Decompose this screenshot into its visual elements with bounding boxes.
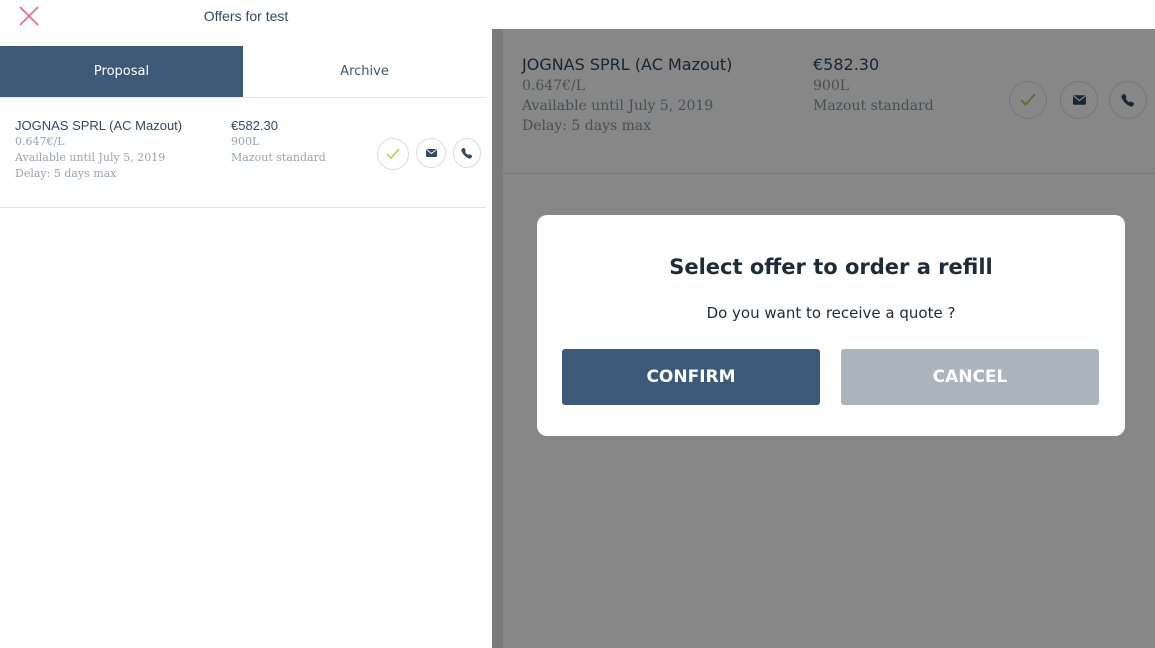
offer-delay: Delay: 5 days max [15,167,117,180]
email-offer-button[interactable] [416,138,446,168]
tab-archive[interactable]: Archive [243,46,486,97]
offer-product: Mazout standard [231,151,326,164]
offers-panel: Offers for test Proposal Archive JOGNAS … [0,0,492,648]
check-icon [386,148,400,160]
page-title: Offers for test [203,8,289,24]
offer-availability: Available until July 5, 2019 [15,151,166,164]
offer-company: JOGNAS SPRL (AC Mazout) [15,118,183,133]
cancel-button[interactable]: CANCEL [841,349,1099,405]
tab-bar: Proposal Archive [0,46,486,98]
dialog-title: Select offer to order a refill [669,255,993,279]
tab-proposal[interactable]: Proposal [0,46,243,97]
offer-pricing: €582.30 900L Mazout standard [231,117,326,166]
confirm-button[interactable]: CONFIRM [562,349,820,405]
offer-volume: 900L [231,135,260,148]
detail-top-strip [492,0,1155,29]
accept-offer-button[interactable] [377,138,409,170]
call-offer-button[interactable] [453,138,481,168]
offer-unit-price: 0.647€/L [15,135,65,148]
phone-icon [461,147,473,159]
dialog-message: Do you want to receive a quote ? [706,304,956,322]
offer-info: JOGNAS SPRL (AC Mazout) 0.647€/L Availab… [15,117,182,182]
offer-list-item[interactable]: JOGNAS SPRL (AC Mazout) 0.647€/L Availab… [0,98,486,208]
mail-icon [425,149,437,157]
offer-total: €582.30 [231,118,278,133]
top-bar: Offers for test [0,0,492,46]
confirm-dialog: Select offer to order a refill Do you wa… [537,215,1125,436]
pane-divider [492,29,503,648]
